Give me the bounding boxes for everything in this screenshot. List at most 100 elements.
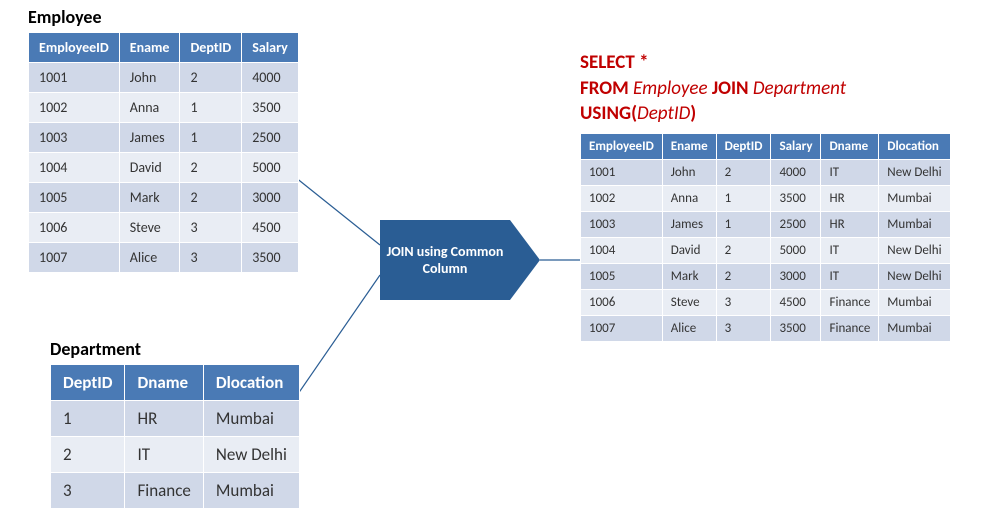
result-cell: 1007 (581, 315, 663, 341)
result-cell: 4500 (771, 289, 821, 315)
table-row: 1004David25000ITNew Delhi (581, 237, 951, 263)
result-cell: 3 (716, 289, 771, 315)
result-cell: HR (821, 211, 879, 237)
result-cell: 2 (716, 159, 771, 185)
employee-cell: 3 (180, 213, 242, 243)
department-cell: 2 (51, 437, 125, 473)
result-header: EmployeeID (581, 133, 663, 159)
employee-cell: 1004 (29, 153, 120, 183)
department-header: DeptID (51, 365, 125, 401)
department-cell: IT (125, 437, 203, 473)
sql-em: DeptID (637, 102, 690, 125)
employee-table-block: Employee EmployeeIDEnameDeptIDSalary 100… (28, 6, 299, 273)
sql-em: Department (753, 77, 846, 100)
department-cell: HR (125, 401, 203, 437)
employee-cell: 2 (180, 63, 242, 93)
employee-cell: 2 (180, 153, 242, 183)
result-header: Ename (662, 133, 716, 159)
result-cell: 3 (716, 315, 771, 341)
result-cell: 1002 (581, 185, 663, 211)
table-row: 1001John24000 (29, 63, 299, 93)
result-cell: Finance (821, 315, 879, 341)
result-cell: 3500 (771, 185, 821, 211)
result-block: SELECT * FROM Employee JOIN Department U… (580, 50, 951, 342)
sql-query: SELECT * FROM Employee JOIN Department U… (580, 50, 951, 127)
result-cell: 1005 (581, 263, 663, 289)
employee-cell: 1006 (29, 213, 120, 243)
department-header: Dlocation (203, 365, 299, 401)
employee-cell: David (119, 153, 180, 183)
employee-header: DeptID (180, 33, 242, 63)
employee-cell: Steve (119, 213, 180, 243)
employee-cell: James (119, 123, 180, 153)
result-cell: IT (821, 263, 879, 289)
employee-cell: 1007 (29, 243, 120, 273)
result-cell: 1001 (581, 159, 663, 185)
employee-cell: 1002 (29, 93, 120, 123)
employee-cell: 2 (180, 183, 242, 213)
table-row: 1007Alice33500 (29, 243, 299, 273)
department-cell: Mumbai (203, 473, 299, 509)
employee-header: EmployeeID (29, 33, 120, 63)
sql-kw: SELECT (580, 51, 639, 74)
result-cell: 1 (716, 211, 771, 237)
result-cell: 3000 (771, 263, 821, 289)
employee-cell: 4000 (242, 63, 299, 93)
sql-kw: ) (690, 102, 696, 125)
employee-cell: 1005 (29, 183, 120, 213)
result-cell: David (662, 237, 716, 263)
employee-cell: 3 (180, 243, 242, 273)
table-row: 1006Steve34500FinanceMumbai (581, 289, 951, 315)
sql-kw: USING( (580, 102, 637, 125)
table-row: 1001John24000ITNew Delhi (581, 159, 951, 185)
table-row: 2ITNew Delhi (51, 437, 300, 473)
result-header: Dlocation (879, 133, 950, 159)
result-cell: Steve (662, 289, 716, 315)
employee-cell: 1001 (29, 63, 120, 93)
table-row: 1HRMumbai (51, 401, 300, 437)
table-row: 1003James12500 (29, 123, 299, 153)
sql-kw: FROM (580, 77, 633, 100)
department-cell: New Delhi (203, 437, 299, 473)
employee-title: Employee (28, 6, 299, 28)
employee-table: EmployeeIDEnameDeptIDSalary 1001John2400… (28, 32, 299, 273)
result-cell: Mumbai (879, 289, 950, 315)
result-cell: James (662, 211, 716, 237)
join-label: JOIN using Common Column (380, 243, 510, 278)
employee-cell: Anna (119, 93, 180, 123)
table-row: 1002Anna13500 (29, 93, 299, 123)
employee-cell: Mark (119, 183, 180, 213)
result-cell: Alice (662, 315, 716, 341)
result-cell: IT (821, 237, 879, 263)
employee-cell: 2500 (242, 123, 299, 153)
result-table: EmployeeIDEnameDeptIDSalaryDnameDlocatio… (580, 133, 951, 342)
sql-em: Employee (633, 77, 712, 100)
department-cell: Mumbai (203, 401, 299, 437)
table-row: 1005Mark23000ITNew Delhi (581, 263, 951, 289)
result-cell: 3500 (771, 315, 821, 341)
result-cell: John (662, 159, 716, 185)
sql-kw: JOIN (712, 77, 753, 100)
employee-cell: Alice (119, 243, 180, 273)
result-cell: Anna (662, 185, 716, 211)
department-cell: 3 (51, 473, 125, 509)
employee-cell: 1003 (29, 123, 120, 153)
result-header: DeptID (716, 133, 771, 159)
department-header: Dname (125, 365, 203, 401)
join-arrow: JOIN using Common Column (380, 220, 510, 300)
result-cell: HR (821, 185, 879, 211)
sql-text: * (639, 51, 648, 74)
employee-cell: 5000 (242, 153, 299, 183)
result-cell: New Delhi (879, 263, 950, 289)
table-row: 1005Mark23000 (29, 183, 299, 213)
table-row: 1007Alice33500FinanceMumbai (581, 315, 951, 341)
department-cell: Finance (125, 473, 203, 509)
employee-cell: John (119, 63, 180, 93)
employee-cell: 1 (180, 93, 242, 123)
table-row: 1004David25000 (29, 153, 299, 183)
result-cell: IT (821, 159, 879, 185)
result-cell: 2 (716, 263, 771, 289)
result-cell: Mumbai (879, 211, 950, 237)
table-row: 1003James12500HRMumbai (581, 211, 951, 237)
result-cell: New Delhi (879, 159, 950, 185)
